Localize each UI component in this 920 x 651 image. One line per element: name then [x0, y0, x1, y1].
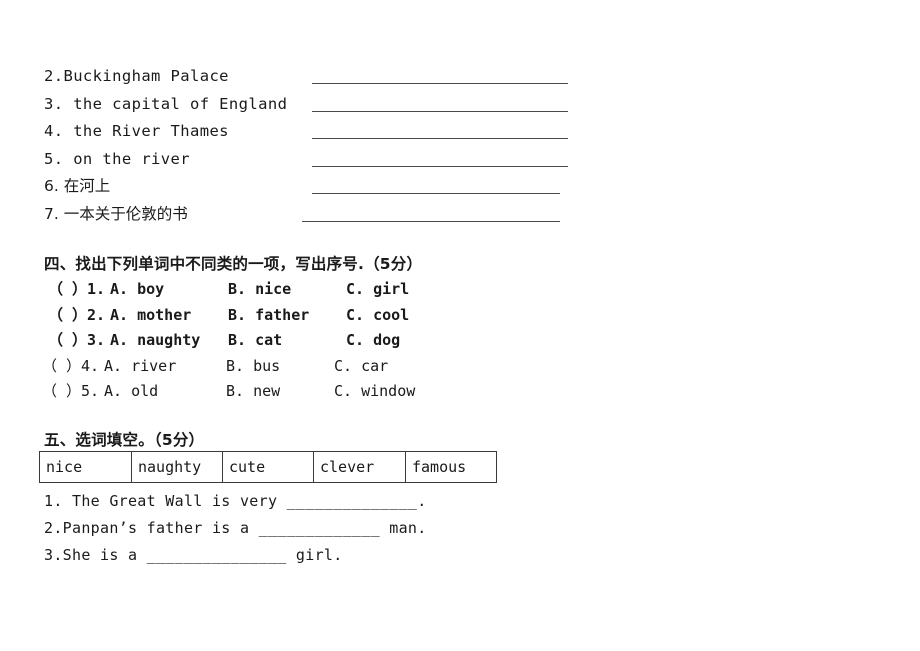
translation-prompt: 5. on the river — [44, 149, 190, 168]
section-four-heading: 四、找出下列单词中不同类的一项，写出序号.（5分） — [44, 255, 423, 273]
option-a[interactable]: A. old — [104, 380, 158, 402]
option-b[interactable]: B. cat — [228, 329, 282, 351]
answer-paren[interactable]: （ ）5. — [42, 380, 99, 402]
answer-paren[interactable]: （ ）4. — [42, 355, 99, 377]
word-bank-cell[interactable]: famous — [405, 451, 497, 483]
translation-answer-line[interactable] — [312, 165, 568, 167]
translation-prompt: 3. the capital of England — [44, 94, 288, 113]
answer-paren[interactable]: （ ）3. — [48, 329, 105, 351]
translation-row: 3. the capital of England — [38, 92, 598, 120]
word-bank-table: nice naughty cute clever famous — [39, 451, 497, 483]
option-c[interactable]: C. girl — [346, 278, 409, 300]
option-b[interactable]: B. nice — [228, 278, 291, 300]
option-b[interactable]: B. father — [228, 304, 309, 326]
fill-in-sentence[interactable]: 1. The Great Wall is very ______________… — [38, 490, 558, 517]
translation-row: 6. 在河上 — [38, 174, 598, 202]
fill-in-the-blank-list: 1. The Great Wall is very ______________… — [38, 490, 558, 571]
option-c[interactable]: C. window — [334, 380, 415, 402]
word-bank-cell[interactable]: cute — [222, 451, 314, 483]
answer-paren[interactable]: （ ）2. — [48, 304, 105, 326]
translation-prompt: 2.Buckingham Palace — [44, 67, 229, 85]
odd-one-out-row: （ ）5. A. old B. new C. window — [38, 380, 498, 406]
translation-row: 7. 一本关于伦敦的书 — [38, 202, 598, 230]
translation-answer-line[interactable] — [312, 110, 568, 112]
translation-row: 2.Buckingham Palace — [38, 64, 598, 92]
translation-answer-line[interactable] — [302, 220, 560, 222]
answer-paren[interactable]: （ ）1. — [48, 278, 105, 300]
translation-row: 5. on the river — [38, 147, 598, 175]
option-c[interactable]: C. cool — [346, 304, 409, 326]
option-b[interactable]: B. new — [226, 380, 280, 402]
option-a[interactable]: A. naughty — [110, 329, 200, 351]
option-c[interactable]: C. dog — [346, 329, 400, 351]
translation-prompt: 4. the River Thames — [44, 122, 229, 140]
translation-answer-line[interactable] — [312, 193, 560, 194]
odd-one-out-row: （ ）1. A. boy B. nice C. girl — [38, 278, 498, 304]
fill-in-sentence[interactable]: 2.Panpan’s father is a _____________ man… — [38, 517, 558, 544]
section-five-heading: 五、选词填空。（5分） — [44, 431, 205, 449]
word-bank-cell[interactable]: naughty — [131, 451, 223, 483]
translation-prompt: 7. 一本关于伦敦的书 — [44, 204, 188, 223]
worksheet-page: 2.Buckingham Palace 3. the capital of En… — [0, 0, 920, 651]
word-bank-row: nice naughty cute clever famous — [39, 451, 497, 483]
odd-one-out-row: （ ）4. A. river B. bus C. car — [38, 355, 498, 381]
option-a[interactable]: A. mother — [110, 304, 191, 326]
option-c[interactable]: C. car — [334, 355, 388, 377]
translation-exercise-list: 2.Buckingham Palace 3. the capital of En… — [38, 64, 598, 229]
fill-in-sentence[interactable]: 3.She is a _______________ girl. — [38, 544, 558, 571]
odd-one-out-row: （ ）2. A. mother B. father C. cool — [38, 304, 498, 330]
option-a[interactable]: A. boy — [110, 278, 164, 300]
word-bank-cell[interactable]: clever — [313, 451, 406, 483]
translation-answer-line[interactable] — [312, 138, 568, 139]
section-four-question-list: （ ）1. A. boy B. nice C. girl （ ）2. A. mo… — [38, 278, 498, 406]
translation-answer-line[interactable] — [312, 83, 568, 84]
odd-one-out-row: （ ）3. A. naughty B. cat C. dog — [38, 329, 498, 355]
option-a[interactable]: A. river — [104, 355, 176, 377]
translation-prompt: 6. 在河上 — [44, 177, 111, 195]
option-b[interactable]: B. bus — [226, 355, 280, 377]
translation-row: 4. the River Thames — [38, 119, 598, 147]
word-bank-cell[interactable]: nice — [39, 451, 132, 483]
